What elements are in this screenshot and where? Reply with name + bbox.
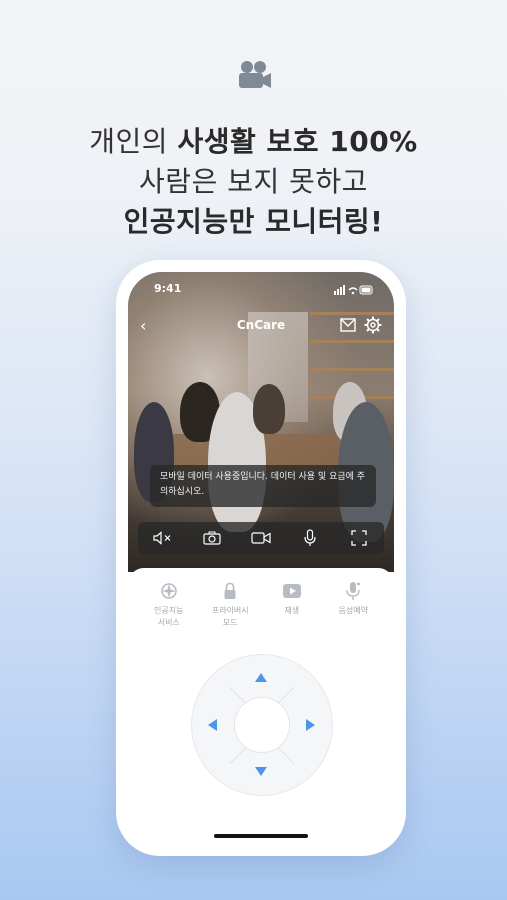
record-button[interactable] xyxy=(250,527,272,549)
ptz-direction-pad[interactable] xyxy=(191,654,333,796)
status-bar: 9:41 xyxy=(128,282,394,298)
pan-right-icon[interactable] xyxy=(306,719,315,731)
phone-screen: 9:41 ‹ CnCare 모바일 데이터 사용중입니다. 데이터 사용 및 요… xyxy=(128,272,394,844)
shelf xyxy=(310,312,394,315)
fullscreen-button[interactable] xyxy=(348,527,370,549)
fullscreen-icon xyxy=(351,530,367,546)
microphone-icon xyxy=(304,529,316,546)
talk-button[interactable] xyxy=(299,527,321,549)
mode-label: 인공지능 xyxy=(154,606,184,615)
person xyxy=(253,384,285,434)
headline-line2: 사람은 보지 못하고 xyxy=(139,165,368,198)
headline-line3: 인공지능만 모니터링! xyxy=(123,205,384,238)
mode-label: 서비스 xyxy=(157,618,180,627)
mic-icon xyxy=(346,582,361,600)
mute-button[interactable] xyxy=(152,527,174,549)
mode-voice-reservation[interactable]: 음성예약 xyxy=(324,580,382,629)
mode-ai-service[interactable]: 인공지능 서비스 xyxy=(140,580,198,629)
shelf xyxy=(310,340,394,343)
pan-left-icon[interactable] xyxy=(208,719,217,731)
pad-center-button[interactable] xyxy=(234,697,290,753)
pad-divider xyxy=(229,746,247,765)
pan-up-icon[interactable] xyxy=(255,673,267,682)
status-time: 9:41 xyxy=(154,282,182,295)
snapshot-button[interactable] xyxy=(201,527,223,549)
pad-divider xyxy=(277,686,295,705)
home-indicator xyxy=(214,834,308,838)
mode-label: 재생 xyxy=(284,606,300,615)
gear-icon[interactable] xyxy=(364,316,382,334)
mode-playback[interactable]: 재생 xyxy=(263,580,321,629)
mode-privacy[interactable]: 프라이버시 모드 xyxy=(201,580,259,629)
pad-divider xyxy=(277,746,295,765)
pan-down-icon[interactable] xyxy=(255,767,267,776)
mode-label: 음성예약 xyxy=(338,606,368,615)
mode-label: 프라이버시 xyxy=(211,606,249,615)
play-icon xyxy=(282,584,301,598)
camera-snapshot-icon xyxy=(203,531,221,545)
control-panel: 인공지능 서비스 프라이버시 모드 재생 음성예약 xyxy=(128,568,394,844)
headline-line1: 개인의 사생활 보호 100% xyxy=(89,125,418,158)
signal-wifi-battery-icon xyxy=(334,285,373,295)
shelf xyxy=(310,368,394,371)
mail-icon[interactable] xyxy=(340,318,356,332)
phone-mockup: 9:41 ‹ CnCare 모바일 데이터 사용중입니다. 데이터 사용 및 요… xyxy=(116,260,406,856)
lock-icon xyxy=(224,582,236,599)
video-control-bar xyxy=(138,522,384,554)
top-nav: ‹ CnCare xyxy=(128,316,394,338)
camera-icon xyxy=(239,61,271,88)
mobile-data-toast: 모바일 데이터 사용중입니다. 데이터 사용 및 요금에 주의하십시오. xyxy=(150,465,376,507)
camera-feed: 9:41 ‹ CnCare 모바일 데이터 사용중입니다. 데이터 사용 및 요… xyxy=(128,272,394,572)
video-record-icon xyxy=(251,532,271,544)
speaker-mute-icon xyxy=(152,531,171,545)
mode-label: 모드 xyxy=(222,618,238,627)
mode-row: 인공지능 서비스 프라이버시 모드 재생 음성예약 xyxy=(138,580,384,629)
ai-chip-icon xyxy=(161,583,177,599)
